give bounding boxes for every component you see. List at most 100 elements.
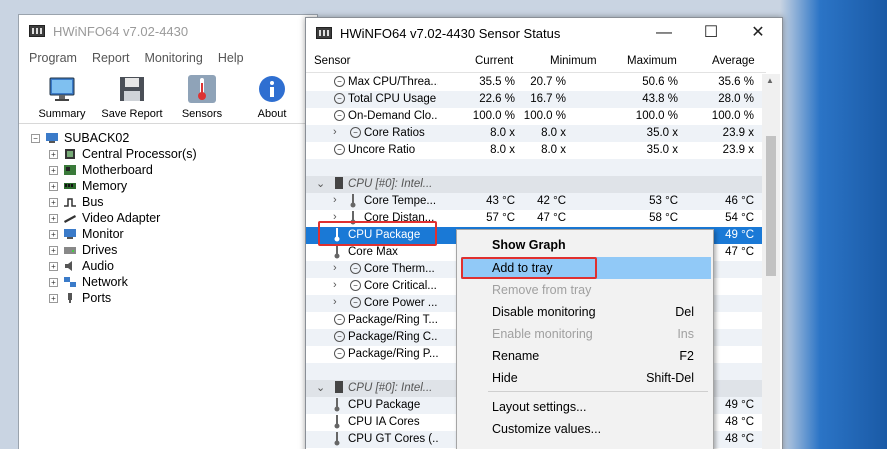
- expand-icon[interactable]: +: [49, 181, 58, 191]
- expand-icon[interactable]: +: [49, 149, 58, 159]
- sensor-group-row[interactable]: ⌄ CPU [#0]: Intel...: [306, 176, 762, 193]
- menu-monitoring[interactable]: Monitoring: [144, 51, 202, 65]
- thermometer-icon: [334, 415, 340, 429]
- save-report-label: Save Report: [101, 108, 163, 120]
- menu-help[interactable]: Help: [218, 51, 244, 65]
- sensors-button[interactable]: Sensors: [167, 69, 237, 123]
- sensor-row[interactable]: › Core Tempe... 43 °C 42 °C 53 °C 46 °C: [306, 193, 762, 210]
- expand-chevron-icon[interactable]: ›: [333, 262, 337, 274]
- tree-item-network[interactable]: + Network: [19, 274, 317, 290]
- tree-item-central-processors[interactable]: + Central Processor(s): [19, 146, 317, 162]
- menu-item-rename[interactable]: Rename F2: [461, 345, 711, 367]
- save-report-button[interactable]: Save Report: [97, 69, 167, 123]
- menu-report[interactable]: Report: [92, 51, 130, 65]
- col-minimum[interactable]: Minimum: [550, 55, 597, 67]
- minimum-value: 8.0 x: [541, 144, 566, 156]
- sensor-row[interactable]: › − Core Ratios 8.0 x 8.0 x 35.0 x 23.9 x: [306, 125, 762, 142]
- tree-item-bus[interactable]: + Bus: [19, 194, 317, 210]
- sensor-row[interactable]: − On-Demand Clo... 100.0 % 100.0 % 100.0 % 10…: [306, 108, 762, 125]
- scroll-up-icon[interactable]: ▲: [766, 76, 774, 85]
- col-current[interactable]: Current: [475, 55, 513, 67]
- minimize-button[interactable]: —: [641, 18, 687, 48]
- menu-item-label: Enable monitoring: [492, 327, 593, 341]
- expand-chevron-icon[interactable]: ›: [333, 296, 337, 308]
- expand-chevron-icon[interactable]: ›: [333, 279, 337, 291]
- menu-item-label: Disable monitoring: [492, 305, 596, 319]
- sensor-name: CPU GT Cores (...: [348, 433, 438, 445]
- sensor-row[interactable]: − Uncore Ratio 8.0 x 8.0 x 35.0 x 23.9 x: [306, 142, 762, 159]
- scroll-thumb[interactable]: [766, 136, 776, 276]
- expand-chevron-icon[interactable]: ›: [333, 126, 337, 138]
- expand-icon[interactable]: +: [49, 245, 58, 255]
- tree-item-audio[interactable]: + Audio: [19, 258, 317, 274]
- gauge-icon: −: [334, 331, 345, 342]
- tree-item-video-adapter[interactable]: + Video Adapter: [19, 210, 317, 226]
- menu-item-menu-item-partial[interactable]: [461, 440, 711, 449]
- menu-item-label: Show Graph: [492, 238, 566, 252]
- expand-icon[interactable]: +: [49, 165, 58, 175]
- menu-item-label: Rename: [492, 349, 540, 363]
- cpu-chip-icon: [335, 381, 343, 393]
- collapse-icon[interactable]: −: [31, 133, 40, 143]
- summary-label: Summary: [38, 108, 86, 120]
- gauge-icon: −: [350, 297, 361, 308]
- tree-item-drives[interactable]: + Drives: [19, 242, 317, 258]
- sensor-name: Core Therm...: [364, 263, 435, 275]
- expand-icon[interactable]: +: [49, 229, 58, 239]
- expand-chevron-icon[interactable]: ›: [333, 194, 337, 206]
- sensor-name: Core Max: [348, 246, 398, 258]
- menu-program[interactable]: Program: [29, 51, 77, 65]
- network-icon: [64, 277, 76, 287]
- sensor-row[interactable]: − Max CPU/Threa... 35.5 % 20.7 % 50.6 % 35.6 …: [306, 74, 762, 91]
- expand-icon[interactable]: +: [49, 293, 58, 303]
- sensor-name: Uncore Ratio: [348, 144, 416, 156]
- about-button[interactable]: About: [237, 69, 307, 123]
- tree-root[interactable]: − SUBACK02: [19, 130, 317, 146]
- col-average[interactable]: Average: [712, 55, 755, 67]
- sensor-row[interactable]: − Total CPU Usage 22.6 % 16.7 % 43.8 % 28.0 %: [306, 91, 762, 108]
- menu-item-show-graph[interactable]: Show Graph: [461, 234, 711, 256]
- menu-item-hide[interactable]: Hide Shift-Del: [461, 367, 711, 389]
- col-sensor[interactable]: Sensor: [314, 55, 350, 67]
- maximize-button[interactable]: ☐: [688, 18, 734, 48]
- average-value: 28.0 %: [718, 93, 754, 105]
- sensor-row[interactable]: [306, 159, 762, 176]
- average-value: 35.6 %: [718, 76, 754, 88]
- gauge-icon: −: [350, 280, 361, 291]
- menu-item-layout-settings[interactable]: Layout settings...: [461, 396, 711, 418]
- summary-button[interactable]: Summary: [27, 69, 97, 123]
- tree-item-monitor[interactable]: + Monitor: [19, 226, 317, 242]
- floppy-icon: [120, 77, 144, 101]
- sensor-window-title: HWiNFO64 v7.02-4430 Sensor Status: [340, 25, 561, 41]
- expand-icon[interactable]: +: [49, 277, 58, 287]
- menu-item-disable-monitoring[interactable]: Disable monitoring Del: [461, 301, 711, 323]
- about-label: About: [257, 108, 287, 120]
- tree-item-label: Central Processor(s): [82, 147, 197, 161]
- expand-icon[interactable]: +: [49, 213, 58, 223]
- port-icon: [68, 293, 72, 303]
- minimum-value: 47 °C: [537, 212, 566, 224]
- vertical-scrollbar[interactable]: ▲: [762, 74, 780, 449]
- tree-item-label: Ports: [82, 291, 112, 305]
- sensor-window-titlebar[interactable]: HWiNFO64 v7.02-4430 Sensor Status — ☐ ✕: [306, 18, 782, 48]
- close-button[interactable]: ✕: [735, 18, 781, 48]
- col-maximum[interactable]: Maximum: [627, 55, 677, 67]
- maximum-value: 58 °C: [649, 212, 678, 224]
- collapse-chevron-icon[interactable]: ⌄: [316, 177, 325, 190]
- thermometer-icon: [334, 245, 340, 259]
- toolbar: Summary Save Report Sensors About: [19, 69, 317, 124]
- gauge-icon: −: [334, 76, 345, 87]
- sensor-name: CPU [#0]: Intel...: [348, 382, 433, 394]
- tree-item-label: Bus: [82, 195, 104, 209]
- tree-item-ports[interactable]: + Ports: [19, 290, 317, 306]
- tree-item-memory[interactable]: + Memory: [19, 178, 317, 194]
- info-icon: [259, 76, 285, 102]
- tree-item-motherboard[interactable]: + Motherboard: [19, 162, 317, 178]
- main-window-titlebar[interactable]: HWiNFO64 v7.02-4430: [19, 15, 317, 47]
- minimum-value: 20.7 %: [530, 76, 566, 88]
- menu-item-customize-values[interactable]: Customize values...: [461, 418, 711, 440]
- memory-icon: [64, 183, 76, 189]
- collapse-chevron-icon[interactable]: ⌄: [316, 381, 325, 394]
- expand-icon[interactable]: +: [49, 197, 58, 207]
- expand-icon[interactable]: +: [49, 261, 58, 271]
